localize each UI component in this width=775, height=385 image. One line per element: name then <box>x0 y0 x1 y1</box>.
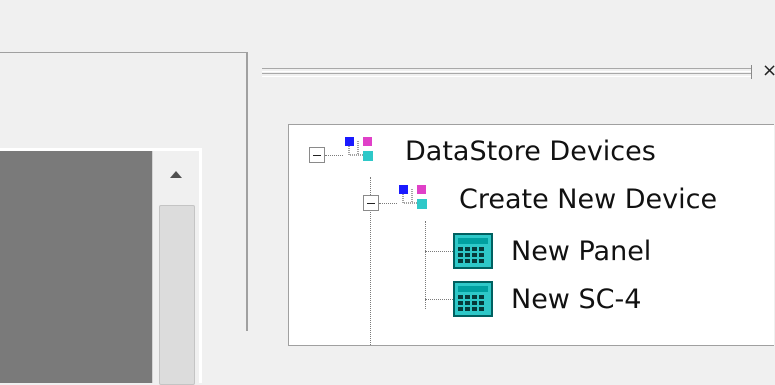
collapse-toggle-root[interactable] <box>309 147 325 163</box>
left-pane <box>0 52 248 385</box>
vertical-scrollbar[interactable] <box>152 151 199 385</box>
tree-connector <box>379 203 397 204</box>
device-tree-panel: × DataStore Devices Create New Device Ne… <box>248 52 775 346</box>
tree-node-create-new-device[interactable]: Create New Device <box>459 181 717 217</box>
tree-node-new-panel[interactable]: New Panel <box>511 233 651 269</box>
device-group-icon <box>399 185 427 209</box>
top-toolbar-area <box>0 0 775 48</box>
left-content-area <box>0 151 152 383</box>
scroll-up-button[interactable] <box>153 159 199 189</box>
tree-connector <box>325 155 343 156</box>
tree-node-label: New Panel <box>511 235 652 267</box>
minus-icon <box>313 154 321 156</box>
tree-node-label: Create New Device <box>459 183 718 215</box>
close-icon: × <box>762 60 775 81</box>
close-panel-button[interactable]: × <box>762 60 775 82</box>
tree-node-label: New SC-4 <box>511 283 642 315</box>
minus-icon <box>367 202 375 204</box>
tree-node-label: DataStore Devices <box>405 135 656 167</box>
device-group-icon <box>345 137 373 161</box>
collapse-toggle-create-new-device[interactable] <box>363 195 379 211</box>
tree-connector <box>425 251 453 252</box>
scroll-thumb[interactable] <box>159 205 195 385</box>
tree-node-new-sc-4[interactable]: New SC-4 <box>511 281 641 317</box>
device-tree[interactable]: DataStore Devices Create New Device New … <box>288 124 774 346</box>
panel-drag-handle[interactable] <box>262 65 752 79</box>
arrow-up-icon <box>170 170 182 178</box>
panel-device-icon <box>453 233 493 269</box>
panel-device-icon <box>453 281 493 317</box>
tree-connector <box>425 221 426 309</box>
tree-connector <box>425 299 453 300</box>
tree-node-root[interactable]: DataStore Devices <box>405 133 656 169</box>
